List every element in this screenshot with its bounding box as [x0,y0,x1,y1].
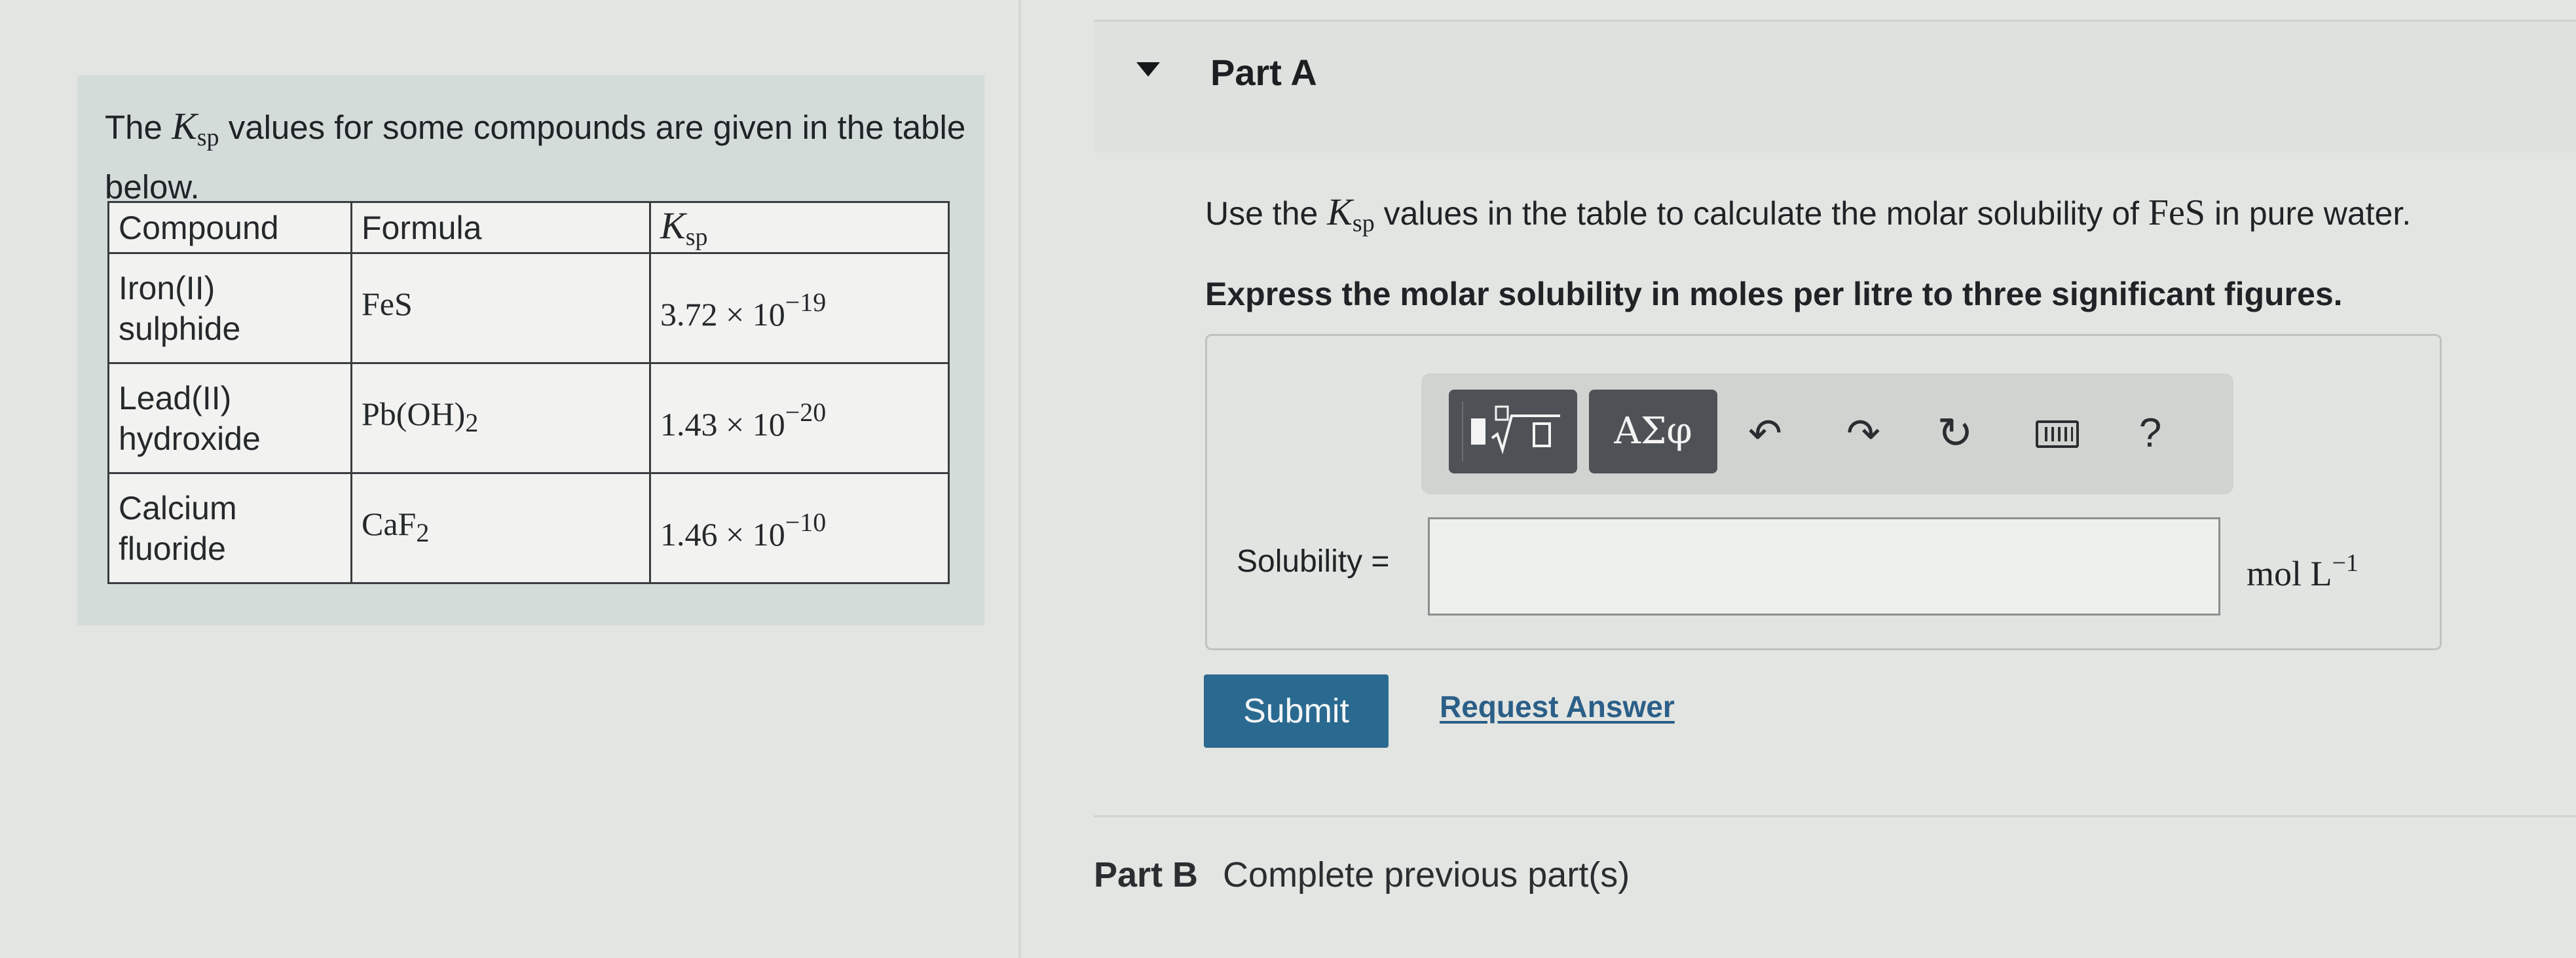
request-answer-link[interactable]: Request Answer [1440,689,1675,724]
symbols-button[interactable]: ΑΣφ [1589,390,1717,473]
header-ksp: Ksp [649,201,950,254]
ksp-table: Compound Formula Ksp Iron(II) sulphide F… [107,201,950,584]
part-b-divider [1094,815,2576,817]
question-text: Use the Ksp values in the table to calcu… [1205,191,2412,237]
part-a-title[interactable]: Part A [1210,51,1317,94]
formula-cell: Pb(OH)2 [350,362,651,474]
compound-cell: Iron(II) sulphide [107,252,352,364]
intro-after: values for some compounds are given in t… [105,109,966,206]
table-row: Iron(II) sulphide FeS 3.72 × 10−19 [107,252,950,364]
undo-icon[interactable]: ↶ [1736,407,1795,460]
part-b-title: Part B [1094,855,1199,894]
info-panel: The Ksp values for some compounds are gi… [77,75,984,625]
templates-icon [1462,401,1560,462]
redo-icon[interactable]: ↷ [1834,407,1893,460]
part-b-status: Complete previous part(s) [1223,855,1630,894]
unit-label: mol L−1 [2247,549,2359,593]
page: The Ksp values for some compounds are gi… [0,0,2576,958]
ksp-cell: 1.43 × 10−20 [649,362,950,474]
compound-cell: Calcium fluoride [107,472,352,584]
solubility-label: Solubility = [1237,544,1390,579]
compound-cell: Lead(II) hydroxide [107,362,352,474]
intro-before: The [105,109,172,146]
ksp-cell: 1.46 × 10−10 [649,472,950,584]
table-row: Lead(II) hydroxide Pb(OH)2 1.43 × 10−20 [107,362,950,474]
header-compound: Compound [107,201,352,254]
table-header-row: Compound Formula Ksp [107,201,950,254]
solubility-input[interactable] [1428,517,2220,616]
ksp-cell: 3.72 × 10−19 [649,252,950,364]
part-b-header: Part B Complete previous part(s) [1094,855,1630,895]
help-button[interactable]: ? [2121,407,2180,460]
header-formula: Formula [350,201,651,254]
formula-cell: CaF2 [350,472,651,584]
instruction-text: Express the molar solubility in moles pe… [1205,276,2343,312]
keyboard-icon[interactable] [2024,407,2083,460]
panel-divider [1018,0,1021,958]
reset-icon[interactable]: ↻ [1926,407,1985,460]
formula-cell: FeS [350,252,651,364]
collapse-caret-icon[interactable] [1136,62,1160,77]
templates-button[interactable] [1449,390,1577,473]
submit-button[interactable]: Submit [1204,674,1389,748]
intro-text: The Ksp values for some compounds are gi… [105,101,969,212]
ksp-symbol: Ksp [172,105,219,151]
math-toolbar: ΑΣφ ↶ ↷ ↻ ? [1421,373,2233,494]
table-row: Calcium fluoride CaF2 1.46 × 10−10 [107,472,950,584]
